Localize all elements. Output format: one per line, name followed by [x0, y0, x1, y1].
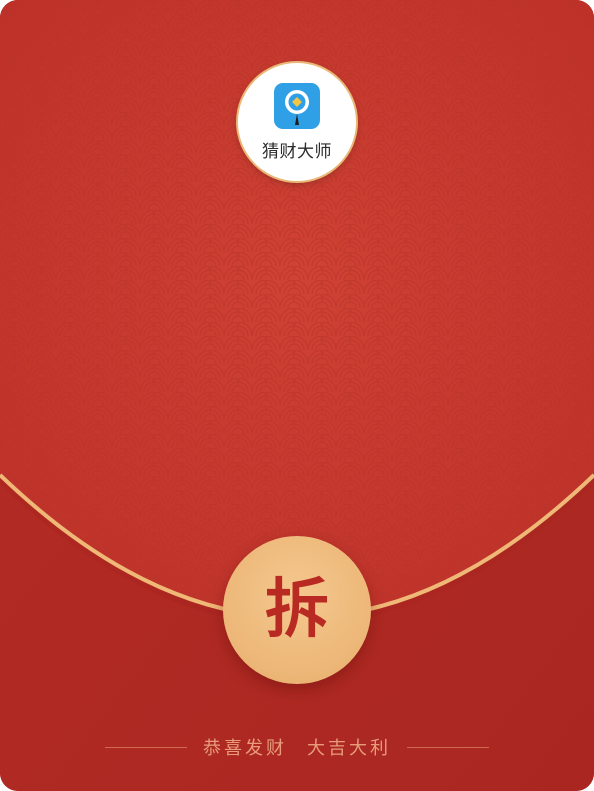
blessing-right: 大吉大利 [307, 738, 391, 759]
brand-logo-badge: 猜财大师 [238, 63, 356, 181]
magnifier-coin-icon [274, 83, 320, 129]
blessing-text: 恭喜发财 大吉大利 [203, 734, 391, 760]
red-envelope: 猜财大师 拆 恭喜发财 大吉大利 [0, 0, 594, 791]
footer-divider-left [105, 746, 187, 748]
open-envelope-button[interactable]: 拆 [223, 536, 371, 684]
blessing-left: 恭喜发财 [203, 738, 287, 759]
blessing-footer: 恭喜发财 大吉大利 [0, 732, 594, 762]
footer-divider-right [407, 746, 489, 748]
brand-name: 猜财大师 [262, 142, 332, 162]
open-envelope-label: 拆 [265, 572, 329, 647]
